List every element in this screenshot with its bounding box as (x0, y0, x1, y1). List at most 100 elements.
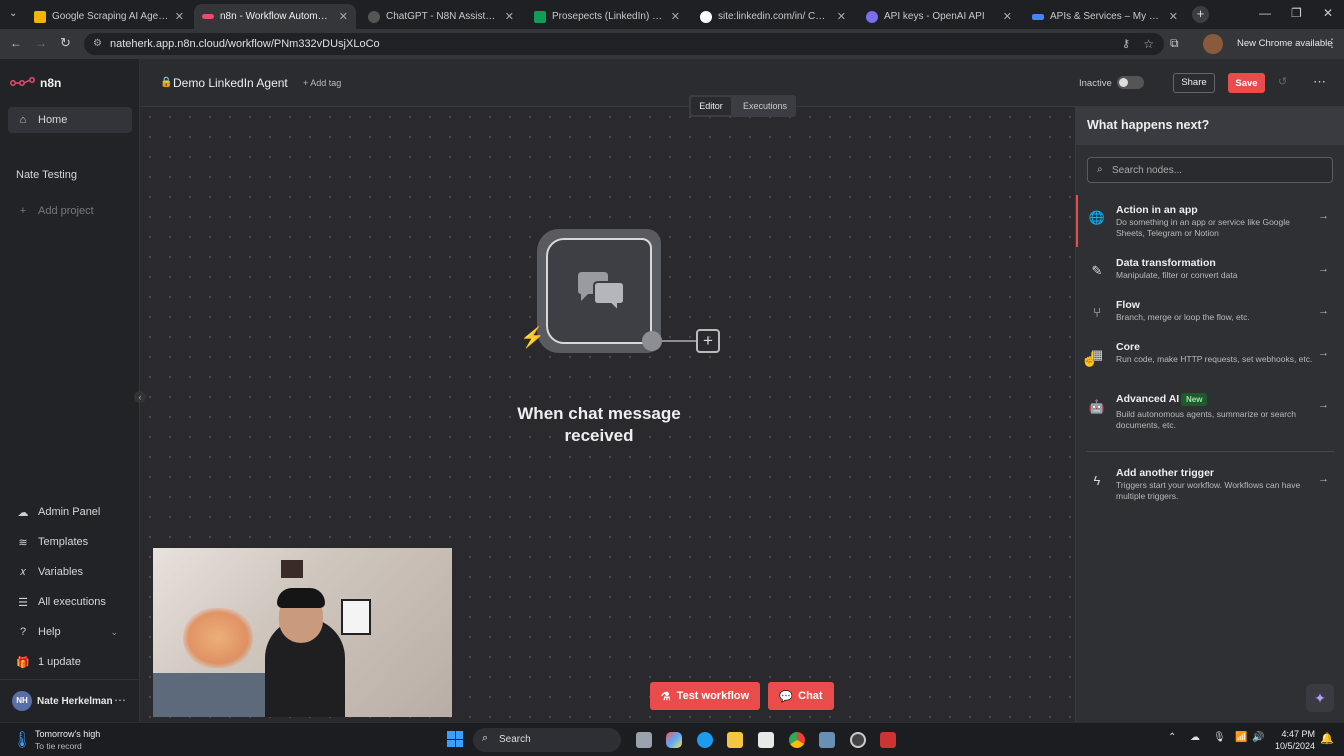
user-avatar[interactable]: NH (12, 691, 32, 711)
close-tab-icon[interactable]: ✕ (505, 10, 514, 23)
profile-avatar[interactable] (1203, 34, 1223, 54)
restore-icon[interactable]: ❐ (1291, 6, 1302, 20)
option-data-transformation[interactable]: ✎ Data transformation Manipulate, filter… (1076, 257, 1344, 287)
file-explorer-icon[interactable] (727, 732, 743, 748)
workflow-canvas[interactable]: ‹ ⚡ + When chat message received ⚗ Test … (134, 107, 1075, 722)
node-output-handle[interactable] (642, 331, 662, 351)
sidebar-item-variables[interactable]: 𝑥 Variables (8, 559, 132, 585)
close-tab-icon[interactable]: ✕ (339, 10, 348, 23)
share-button[interactable]: Share (1173, 73, 1215, 93)
node-creator-panel: What happens next? ⌕ Search nodes... 🌐 A… (1075, 107, 1344, 722)
cloud-offline-icon[interactable]: ☁ (1190, 732, 1200, 743)
save-button[interactable]: Save (1228, 73, 1265, 93)
forward-icon[interactable]: → (35, 36, 47, 50)
reload-icon[interactable]: ↻ (60, 35, 71, 51)
windows-start-icon[interactable] (447, 731, 463, 747)
close-tab-icon[interactable]: ✕ (837, 10, 846, 23)
search-placeholder: Search nodes... (1112, 165, 1183, 176)
flask-icon: ⚗ (660, 690, 671, 703)
ai-assistant-sparkle-icon[interactable]: ✦ (1306, 684, 1334, 712)
url-input[interactable]: ⚙ nateherk.app.n8n.cloud/workflow/PNm332… (84, 33, 1164, 55)
search-nodes-input[interactable]: ⌕ Search nodes... (1087, 157, 1333, 183)
option-add-trigger[interactable]: ϟ Add another trigger Triggers start you… (1076, 467, 1344, 507)
tab-openai-keys[interactable]: API keys - OpenAI API ✕ (858, 4, 1020, 29)
collapse-sidebar-icon[interactable]: ‹ (134, 391, 146, 403)
sidebar-item-templates[interactable]: ≋ Templates (8, 529, 132, 555)
chrome-icon[interactable] (789, 732, 805, 748)
sidebar-item-home[interactable]: ⌂ Home (8, 107, 132, 133)
option-action-in-app[interactable]: 🌐 Action in an app Do something in an ap… (1076, 204, 1344, 244)
sidebar-item-admin-panel[interactable]: ☁ Admin Panel (8, 499, 132, 525)
tab-executions[interactable]: Executions (737, 97, 793, 115)
tab-prospects-sheet[interactable]: Prosepects (LinkedIn) - Google✕ (526, 4, 688, 29)
tab-search-chevron-icon[interactable]: ⌄ (9, 8, 17, 19)
tray-chevron-icon[interactable]: ⌃ (1168, 732, 1176, 743)
minimize-icon[interactable]: — (1259, 6, 1271, 20)
taskbar-search-box[interactable]: ⌕ Search (473, 728, 621, 752)
n8n-logo[interactable]: n8n (10, 76, 61, 90)
close-tab-icon[interactable]: ✕ (671, 10, 680, 23)
user-menu-icon[interactable]: ⋯ (114, 693, 126, 707)
workflow-name[interactable]: Demo LinkedIn Agent (173, 76, 288, 90)
tab-google-apis[interactable]: APIs & Services – My First Proje✕ (1024, 4, 1186, 29)
extensions-icon[interactable]: ⧉ (1170, 36, 1179, 51)
copilot-icon[interactable] (666, 732, 682, 748)
gift-icon: 🎁 (16, 656, 30, 669)
active-toggle[interactable] (1117, 76, 1144, 89)
camera-app-icon[interactable] (819, 732, 835, 748)
chrome-update-label[interactable]: New Chrome available (1237, 38, 1333, 49)
wifi-icon[interactable]: 📶 (1235, 732, 1247, 743)
add-node-button[interactable]: + (696, 329, 720, 353)
variables-icon: 𝑥 (19, 565, 27, 578)
snipping-tool-icon[interactable] (880, 732, 896, 748)
bookmark-star-icon[interactable]: ☆ (1143, 33, 1154, 55)
task-view-icon[interactable] (636, 732, 652, 748)
chrome-menu-icon[interactable]: ⋮ (1326, 36, 1338, 50)
notification-bell-icon[interactable]: 🔔 (1320, 732, 1334, 745)
main-sidebar: n8n ⌂ Home Nate Testing + Add project ☁ Adm… (0, 59, 140, 722)
back-icon[interactable]: ← (10, 36, 22, 50)
branch-icon: ⑂ (1093, 305, 1101, 320)
volume-icon[interactable]: 🔊 (1252, 732, 1264, 743)
option-advanced-ai[interactable]: 🤖 Advanced AI New Build autonomous agent… (1076, 393, 1344, 433)
tab-n8n[interactable]: n8n - Workflow Automation ✕ (194, 4, 356, 29)
site-info-icon[interactable]: ⚙ (93, 33, 102, 55)
new-badge: New (1181, 393, 1208, 406)
person-hair (277, 588, 325, 608)
tab-editor[interactable]: Editor (691, 97, 731, 115)
close-tab-icon[interactable]: ✕ (1169, 10, 1178, 23)
sidebar-item-update[interactable]: 🎁 1 update (8, 649, 132, 675)
weather-icon[interactable]: 🌡 (12, 730, 32, 750)
chat-trigger-node[interactable] (537, 229, 661, 353)
chat-button[interactable]: 💬 Chat (768, 682, 834, 710)
close-window-icon[interactable]: ✕ (1323, 6, 1333, 20)
chat-bubbles-icon (578, 272, 625, 312)
password-key-icon[interactable]: ⚷ (1122, 33, 1130, 55)
plus-icon: + (19, 205, 27, 217)
google-favicon-icon (700, 10, 712, 23)
gcp-favicon-icon (1032, 13, 1044, 20)
new-tab-button[interactable]: + (1192, 6, 1209, 23)
clock-time[interactable]: 4:47 PM (1270, 729, 1315, 739)
sidebar-item-help[interactable]: ? Help ⌄ (8, 619, 132, 645)
microphone-icon[interactable]: 🎙 (1213, 732, 1226, 743)
edge-icon[interactable] (697, 732, 713, 748)
tab-google-scraping[interactable]: Google Scraping AI Agent - Go✕ (26, 4, 192, 29)
workflow-menu-icon[interactable]: ⋯ (1313, 74, 1326, 90)
option-core[interactable]: ▦ Core Run code, make HTTP requests, set… (1076, 341, 1344, 381)
clock-date[interactable]: 10/5/2024 (1266, 741, 1315, 751)
test-workflow-button[interactable]: ⚗ Test workflow (650, 682, 760, 710)
close-tab-icon[interactable]: ✕ (175, 10, 184, 23)
tab-linkedin-search[interactable]: site:linkedin.com/in/ CEOreal e✕ (692, 4, 854, 29)
close-tab-icon[interactable]: ✕ (1003, 10, 1012, 23)
add-project-button[interactable]: + Add project (8, 198, 132, 224)
add-tag-button[interactable]: + Add tag (303, 78, 341, 88)
sidebar-project-nate-testing[interactable]: Nate Testing (8, 162, 132, 188)
tab-chatgpt[interactable]: ChatGPT - N8N Assistant (By N✕ (360, 4, 522, 29)
clock-app-icon[interactable] (850, 732, 866, 748)
sidebar-item-all-executions[interactable]: ☰ All executions (8, 589, 132, 615)
store-icon[interactable] (758, 732, 774, 748)
templates-icon: ≋ (18, 536, 28, 549)
option-flow[interactable]: ⑂ Flow Branch, merge or loop the flow, e… (1076, 299, 1344, 329)
history-icon[interactable]: ↺ (1278, 75, 1287, 88)
